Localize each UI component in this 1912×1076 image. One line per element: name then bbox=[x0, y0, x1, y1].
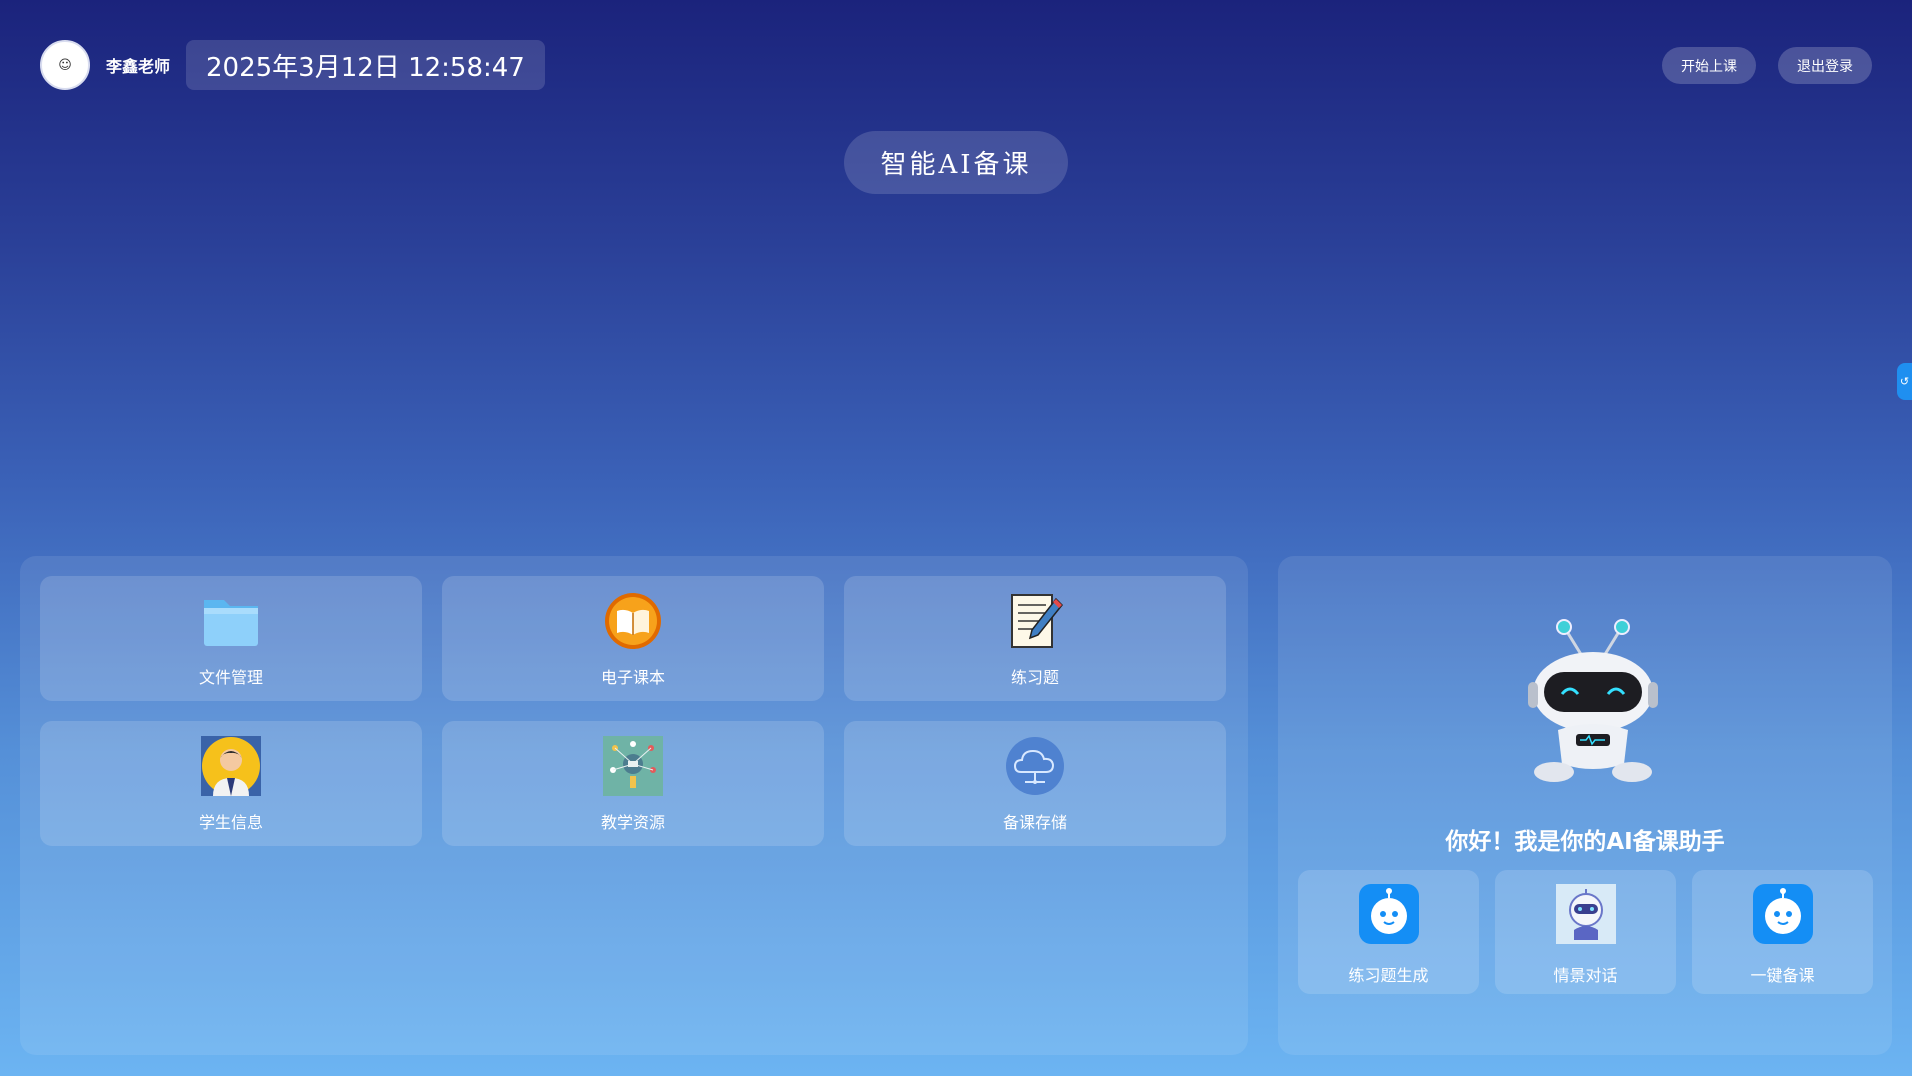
tile-label: 电子课本 bbox=[600, 668, 665, 687]
quick-item-label: 一键备课 bbox=[1750, 966, 1815, 985]
folder-icon bbox=[200, 590, 262, 652]
student-icon bbox=[200, 735, 262, 797]
datetime-display: 2025年3月12日 12:58:47 bbox=[186, 40, 545, 90]
tile-label: 文件管理 bbox=[198, 668, 263, 687]
quick-item-label: 情景对话 bbox=[1553, 966, 1618, 985]
bot-icon bbox=[1752, 884, 1813, 948]
assistant-greeting: 你好！我是你的AI备课助手 bbox=[1445, 829, 1725, 855]
quick-one-click-prep[interactable]: 一键备课 bbox=[1692, 870, 1873, 994]
robot-avatar-icon bbox=[1555, 884, 1616, 948]
tile-label: 学生信息 bbox=[198, 813, 263, 832]
page-title: 智能AI备课 bbox=[844, 131, 1068, 194]
feature-panel: 文件管理 电子课本 练习题 学生信息 教学资源 备课存储 bbox=[20, 556, 1248, 1055]
tile-label: 教学资源 bbox=[600, 813, 665, 832]
tile-lesson-storage[interactable]: 备课存储 bbox=[844, 721, 1226, 846]
resources-icon bbox=[602, 735, 664, 797]
tile-exercises[interactable]: 练习题 bbox=[844, 576, 1226, 701]
tile-file-management[interactable]: 文件管理 bbox=[40, 576, 422, 701]
book-icon bbox=[602, 590, 664, 652]
quick-item-label: 练习题生成 bbox=[1348, 966, 1429, 985]
tile-e-textbook[interactable]: 电子课本 bbox=[442, 576, 824, 701]
robot-mascot-icon bbox=[1518, 612, 1668, 787]
quick-scenario-dialogue[interactable]: 情景对话 bbox=[1495, 870, 1676, 994]
tile-label: 备课存储 bbox=[1002, 813, 1067, 832]
notepad-pencil-icon bbox=[1004, 590, 1066, 652]
bot-icon bbox=[1358, 884, 1419, 948]
quick-exercise-generation[interactable]: 练习题生成 bbox=[1298, 870, 1479, 994]
header-actions: 开始上课 退出登录 bbox=[1662, 47, 1872, 84]
side-float-tab[interactable]: ↺ bbox=[1897, 363, 1912, 400]
tile-label: 练习题 bbox=[1010, 668, 1059, 687]
start-class-button[interactable]: 开始上课 bbox=[1662, 47, 1756, 84]
avatar[interactable]: ☺ bbox=[40, 40, 90, 90]
assistant-panel: 你好！我是你的AI备课助手 练习题生成 情景对话 一键备课 bbox=[1278, 556, 1892, 1055]
cloud-icon bbox=[1004, 735, 1066, 797]
teacher-name: 李鑫老师 bbox=[106, 57, 171, 76]
tile-teaching-resources[interactable]: 教学资源 bbox=[442, 721, 824, 846]
logout-button[interactable]: 退出登录 bbox=[1778, 47, 1872, 84]
header: ☺ 李鑫老师 2025年3月12日 12:58:47 bbox=[40, 40, 545, 90]
tile-student-info[interactable]: 学生信息 bbox=[40, 721, 422, 846]
